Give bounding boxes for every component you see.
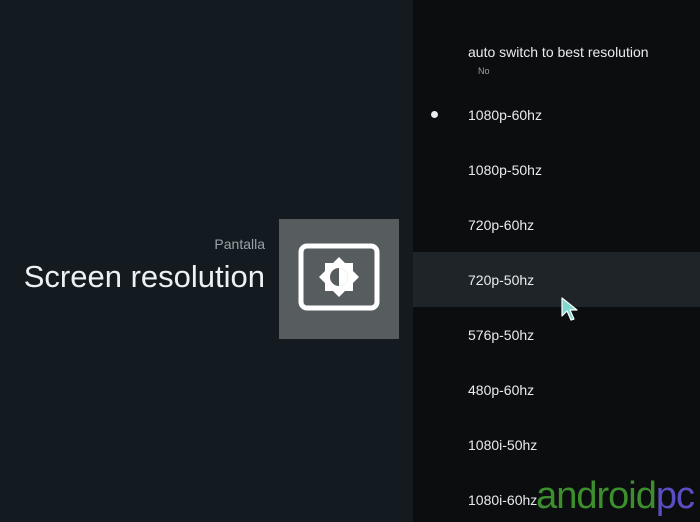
- option-480p-60hz[interactable]: 480p-60hz: [413, 362, 700, 417]
- option-label: 720p-50hz: [468, 272, 535, 288]
- settings-icon-tile: [279, 219, 399, 339]
- watermark-logo: androidpc: [536, 475, 695, 518]
- option-label: 1080i-60hz: [468, 492, 538, 508]
- option-576p-50hz[interactable]: 576p-50hz: [413, 307, 700, 362]
- option-label: 1080p-50hz: [468, 162, 542, 178]
- option-label: 480p-60hz: [468, 382, 535, 398]
- option-label: 1080i-50hz: [468, 437, 538, 453]
- settings-screen: Pantalla Screen resolution auto switch t…: [0, 0, 700, 522]
- option-label: 576p-50hz: [468, 327, 535, 343]
- page-title: Screen resolution: [23, 259, 265, 294]
- option-1080p-50hz[interactable]: 1080p-50hz: [413, 142, 700, 197]
- mouse-pointer-icon: [560, 296, 586, 322]
- option-auto-switch[interactable]: auto switch to best resolution No: [413, 30, 700, 85]
- option-1080i-50hz[interactable]: 1080i-50hz: [413, 417, 700, 472]
- breadcrumb: Pantalla: [214, 236, 265, 252]
- option-1080p-60hz[interactable]: 1080p-60hz: [413, 87, 700, 142]
- option-720p-50hz[interactable]: 720p-50hz: [413, 252, 700, 307]
- selected-dot-icon: [431, 111, 438, 118]
- display-brightness-icon: [298, 243, 380, 316]
- watermark-part-1: android: [536, 475, 657, 517]
- option-720p-60hz[interactable]: 720p-60hz: [413, 197, 700, 252]
- option-label: 720p-60hz: [468, 217, 535, 233]
- option-label: auto switch to best resolution: [468, 44, 649, 60]
- watermark-part-2: pc: [655, 475, 695, 517]
- option-label: 1080p-60hz: [468, 107, 542, 123]
- guidance-pane: Pantalla Screen resolution: [0, 0, 413, 522]
- resolution-list: auto switch to best resolution No 1080p-…: [413, 0, 700, 522]
- option-value: No: [478, 66, 490, 76]
